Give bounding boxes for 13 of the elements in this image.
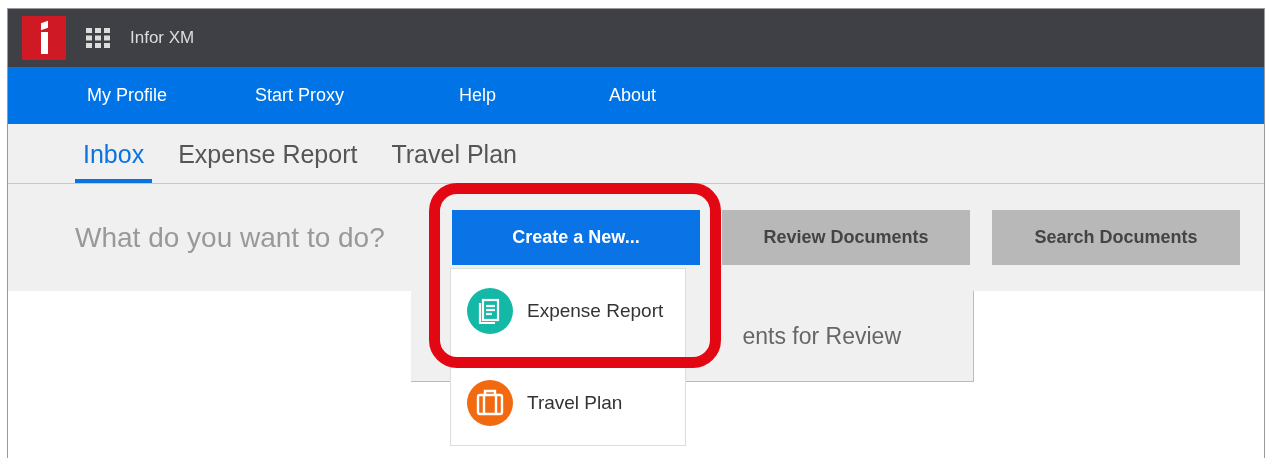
nav-link[interactable]: My Profile <box>87 85 167 106</box>
action-button[interactable]: Create a New... <box>452 210 700 265</box>
app-grid-icon[interactable] <box>86 28 110 48</box>
app-title: Infor XM <box>130 28 195 48</box>
tab[interactable]: Expense Report <box>170 140 366 183</box>
action-button[interactable]: Search Documents <box>992 210 1240 265</box>
tab[interactable]: Travel Plan <box>383 140 525 183</box>
logo-icon[interactable] <box>22 16 66 60</box>
nav-link[interactable]: Start Proxy <box>255 85 345 106</box>
nav-link[interactable]: About <box>609 85 657 106</box>
nav-link[interactable]: Help <box>459 85 497 106</box>
prompt-text: What do you want to do? <box>75 221 386 254</box>
action-button[interactable]: Review Documents <box>722 210 970 265</box>
